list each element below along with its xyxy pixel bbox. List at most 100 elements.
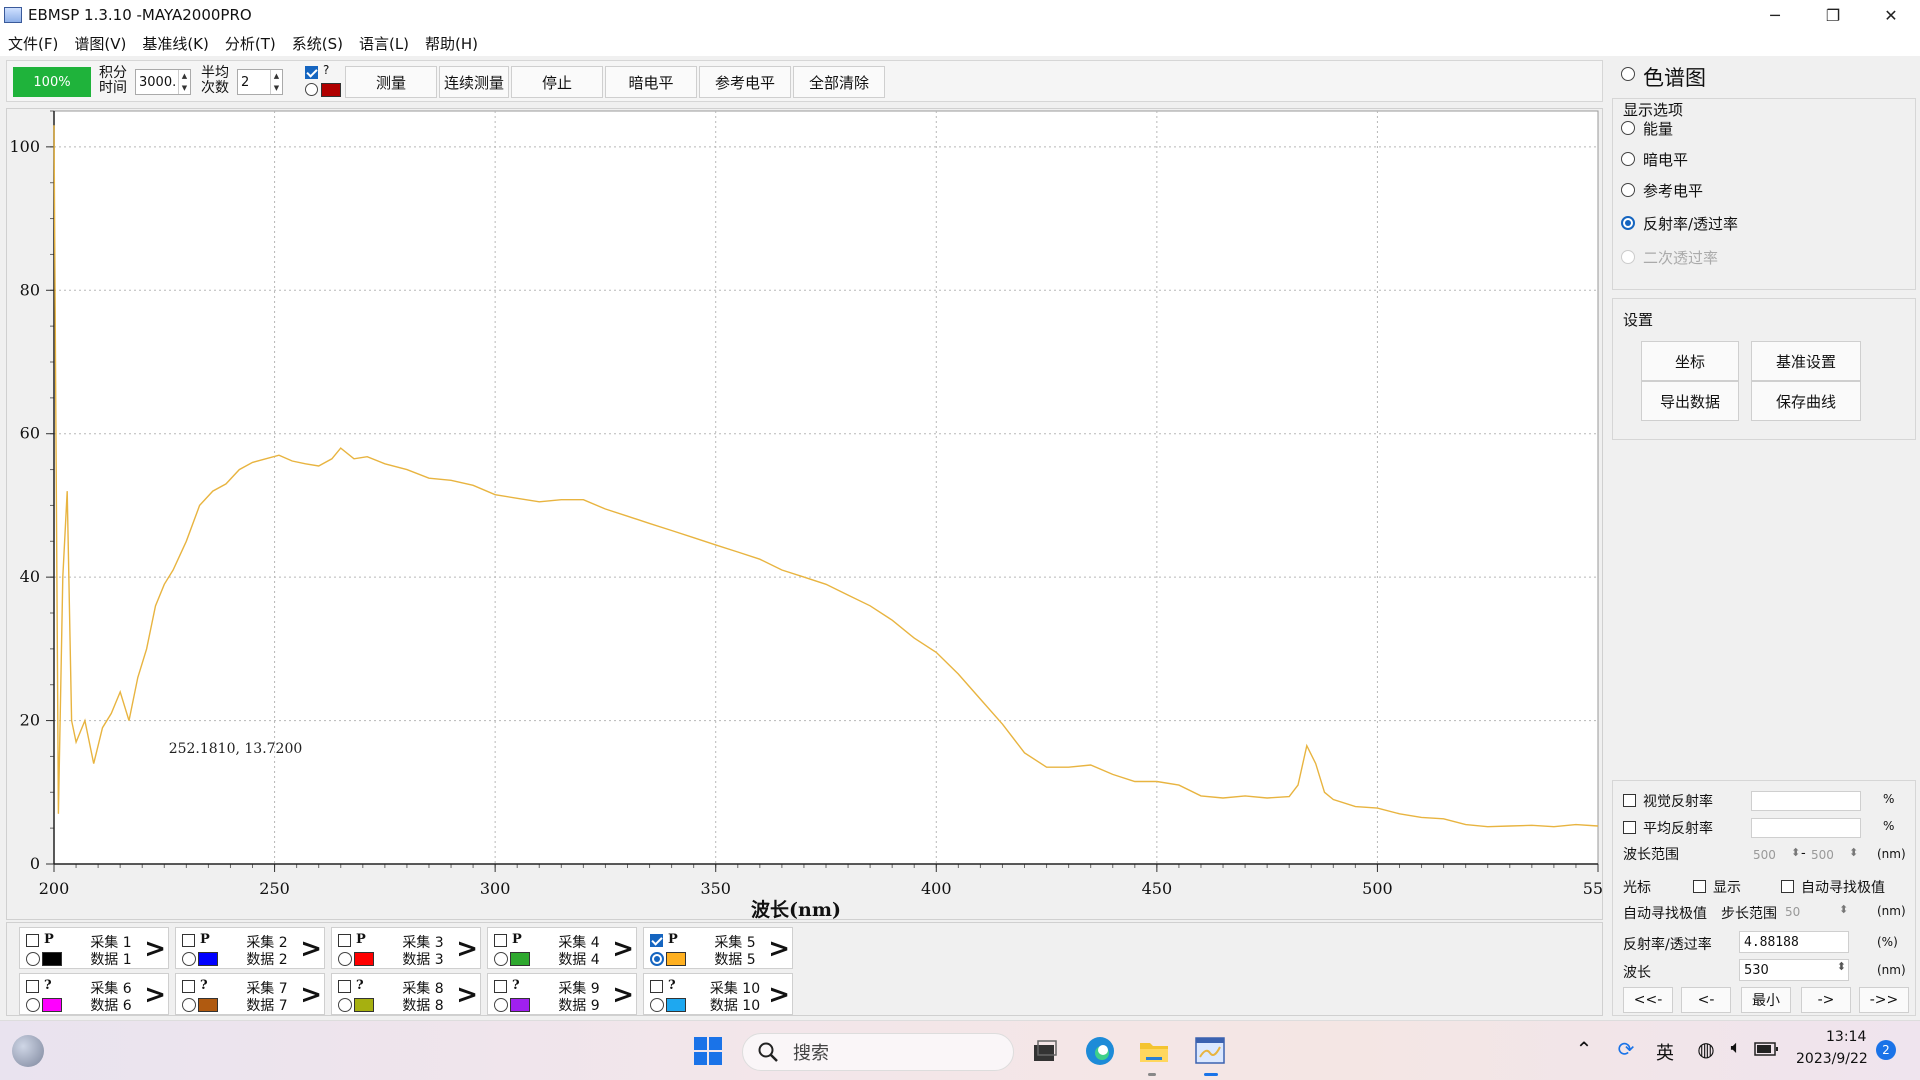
clock-time[interactable]: 13:14 <box>1826 1029 1866 1045</box>
volume-icon[interactable]: 🔈︎ <box>1722 1037 1750 1065</box>
chevron-right-icon[interactable]: > <box>612 936 634 962</box>
continuous-measure-button[interactable]: 连续测量 <box>439 66 509 98</box>
chevron-up-icon[interactable]: ⌃ <box>1570 1037 1598 1065</box>
chevron-right-icon[interactable]: > <box>300 982 322 1008</box>
visual-reflectance-checkbox[interactable] <box>1623 794 1636 807</box>
series-visible-checkbox[interactable] <box>182 980 195 993</box>
range-from-spin-icon[interactable]: ⬍ <box>1791 846 1800 859</box>
menu-analysis[interactable]: 分析(T) <box>225 33 276 54</box>
clock-date[interactable]: 2023/9/22 <box>1796 1051 1868 1067</box>
menu-language[interactable]: 语言(L) <box>359 33 409 54</box>
menu-help[interactable]: 帮助(H) <box>425 33 478 54</box>
series-visible-checkbox[interactable] <box>494 934 507 947</box>
series-item[interactable]: P 采集 1 数据 1 > <box>19 927 169 969</box>
ime-indicator[interactable]: 英 <box>1656 1039 1674 1065</box>
coordinates-button[interactable]: 坐标 <box>1641 341 1739 381</box>
chevron-right-icon[interactable]: > <box>456 936 478 962</box>
series-visible-checkbox[interactable] <box>494 980 507 993</box>
series-select-radio[interactable] <box>338 952 352 966</box>
first-button[interactable]: <<- <box>1623 987 1673 1013</box>
range-to-value[interactable]: 500 <box>1811 848 1834 862</box>
range-to-spin-icon[interactable]: ⬍ <box>1849 846 1858 859</box>
battery-icon[interactable] <box>1754 1041 1780 1057</box>
series-visible-checkbox[interactable] <box>338 980 351 993</box>
series-item[interactable]: ? 采集 6 数据 6 > <box>19 973 169 1015</box>
energy-radio[interactable] <box>1621 121 1635 135</box>
chevron-right-icon[interactable]: > <box>300 936 322 962</box>
series-select-radio[interactable] <box>494 952 508 966</box>
ebmsp-app-icon[interactable] <box>1192 1033 1228 1069</box>
reference-level-button[interactable]: 参考电平 <box>699 66 791 98</box>
chevron-right-icon[interactable]: > <box>456 982 478 1008</box>
wavelength-spin-icon[interactable]: ⬍ <box>1837 960 1846 973</box>
wavelength-field[interactable]: 530 ⬍ <box>1739 959 1849 981</box>
notification-badge[interactable]: 2 <box>1876 1040 1896 1060</box>
step-range-value[interactable]: 50 <box>1785 905 1800 919</box>
last-button[interactable]: ->> <box>1859 987 1909 1013</box>
chevron-right-icon[interactable]: > <box>144 982 166 1008</box>
task-view-icon[interactable] <box>1026 1033 1062 1069</box>
series-visible-checkbox[interactable] <box>26 980 39 993</box>
clear-all-button[interactable]: 全部清除 <box>793 66 885 98</box>
baseline-settings-button[interactable]: 基准设置 <box>1751 341 1861 381</box>
edge-icon[interactable] <box>1082 1033 1118 1069</box>
series-visible-checkbox[interactable] <box>650 980 663 993</box>
series-select-radio[interactable] <box>650 998 664 1012</box>
series-select-radio[interactable] <box>182 998 196 1012</box>
measure-button[interactable]: 测量 <box>345 66 437 98</box>
spectrum-radio[interactable] <box>1621 67 1635 81</box>
stop-button[interactable]: 停止 <box>511 66 603 98</box>
prev-button[interactable]: <- <box>1681 987 1731 1013</box>
series-select-radio[interactable] <box>182 952 196 966</box>
chevron-right-icon[interactable]: > <box>768 936 790 962</box>
reflectance-radio[interactable] <box>1621 216 1635 230</box>
average-reflectance-field[interactable] <box>1751 818 1861 838</box>
menu-file[interactable]: 文件(F) <box>8 33 58 54</box>
integration-time-input[interactable]: 3000. ▲ ▼ <box>135 69 191 95</box>
average-reflectance-checkbox[interactable] <box>1623 821 1636 834</box>
cursor-show-checkbox[interactable] <box>1693 880 1706 893</box>
next-button[interactable]: -> <box>1801 987 1851 1013</box>
close-button[interactable]: ✕ <box>1862 0 1920 30</box>
minimize-button[interactable]: ─ <box>1746 0 1804 30</box>
series-visible-checkbox[interactable] <box>338 934 351 947</box>
restore-button[interactable]: ❐ <box>1804 0 1862 30</box>
series-visible-checkbox[interactable] <box>650 934 663 947</box>
file-explorer-icon[interactable] <box>1136 1033 1172 1069</box>
series-item[interactable]: P 采集 2 数据 2 > <box>175 927 325 969</box>
taskbar-search[interactable]: 搜索 <box>742 1033 1014 1071</box>
min-button[interactable]: 最小 <box>1741 987 1791 1013</box>
series-item[interactable]: P 采集 4 数据 4 > <box>487 927 637 969</box>
series-visible-checkbox[interactable] <box>26 934 39 947</box>
series-item[interactable]: P 采集 3 数据 3 > <box>331 927 481 969</box>
step-spin-icon[interactable]: ⬍ <box>1839 903 1848 916</box>
menu-system[interactable]: 系统(S) <box>292 33 343 54</box>
reference-level-radio[interactable] <box>1621 183 1635 197</box>
menu-baseline[interactable]: 基准线(K) <box>142 33 209 54</box>
series-item[interactable]: P 采集 5 数据 5 > <box>643 927 793 969</box>
series-item[interactable]: ? 采集 8 数据 8 > <box>331 973 481 1015</box>
menu-spectrum[interactable]: 谱图(V) <box>74 33 126 54</box>
series-item[interactable]: ? 采集 10 数据 10 > <box>643 973 793 1015</box>
spin-arrows-icon[interactable]: ▲ ▼ <box>178 70 190 94</box>
chevron-right-icon[interactable]: > <box>768 982 790 1008</box>
series-select-radio[interactable] <box>494 998 508 1012</box>
export-data-button[interactable]: 导出数据 <box>1641 381 1739 421</box>
chevron-right-icon[interactable]: > <box>612 982 634 1008</box>
network-icon[interactable]: ◍ <box>1692 1037 1720 1065</box>
start-icon[interactable] <box>690 1033 726 1069</box>
color-radio[interactable] <box>305 83 318 96</box>
dark-level-radio[interactable] <box>1621 152 1635 166</box>
chevron-right-icon[interactable]: > <box>144 936 166 962</box>
auto-checkbox[interactable] <box>305 66 318 79</box>
series-select-radio[interactable] <box>650 952 664 966</box>
series-select-radio[interactable] <box>338 998 352 1012</box>
auto-peak-checkbox[interactable] <box>1781 880 1794 893</box>
sync-icon[interactable]: ⟳ <box>1612 1037 1640 1065</box>
series-select-radio[interactable] <box>26 952 40 966</box>
spin-arrows-icon[interactable]: ▲ ▼ <box>270 70 282 94</box>
weather-icon[interactable] <box>12 1035 44 1067</box>
dark-level-button[interactable]: 暗电平 <box>605 66 697 98</box>
series-visible-checkbox[interactable] <box>182 934 195 947</box>
save-curve-button[interactable]: 保存曲线 <box>1751 381 1861 421</box>
